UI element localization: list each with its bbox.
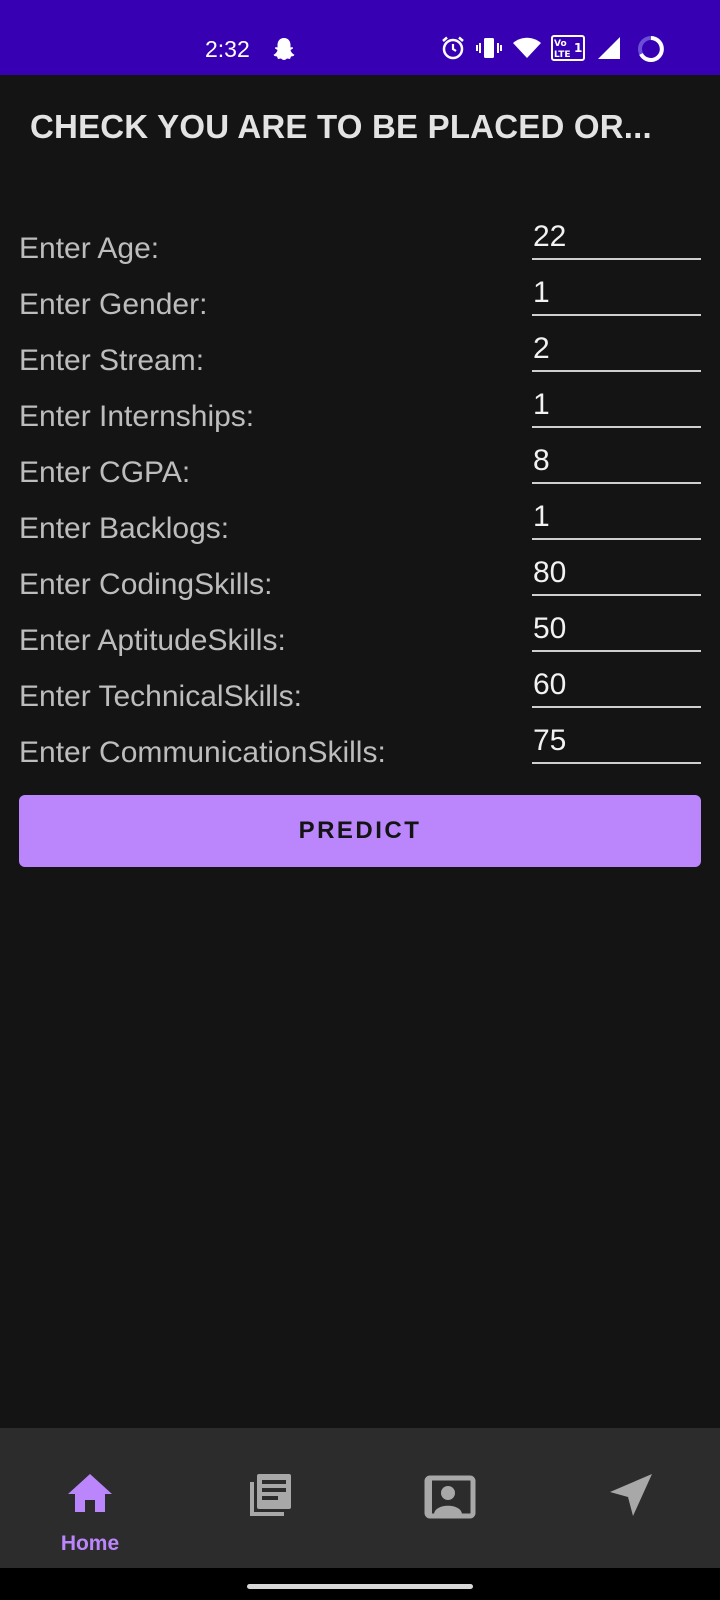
bottom-navigation: Home xyxy=(0,1428,720,1568)
backlogs-label: Enter Backlogs: xyxy=(19,512,230,545)
backlogs-value: 1 xyxy=(533,500,550,533)
form-row-coding-skills: Enter CodingSkills: 80 xyxy=(0,546,720,602)
cgpa-label: Enter CGPA: xyxy=(19,456,191,489)
coding-skills-label: Enter CodingSkills: xyxy=(19,568,273,601)
nav-label-home: Home xyxy=(60,1532,120,1555)
nav-item-home[interactable]: Home xyxy=(0,1428,180,1568)
cgpa-input[interactable]: 8 xyxy=(532,434,701,484)
form-row-age: Enter Age: 22 xyxy=(0,210,720,266)
communication-skills-label: Enter CommunicationSkills: xyxy=(19,736,386,769)
gender-input[interactable]: 1 xyxy=(532,266,701,316)
communication-skills-input[interactable]: 75 xyxy=(532,714,701,764)
aptitude-skills-label: Enter AptitudeSkills: xyxy=(19,624,286,657)
contact-card-icon xyxy=(424,1470,476,1522)
form-row-aptitude-skills: Enter AptitudeSkills: 50 xyxy=(0,602,720,658)
technical-skills-label: Enter TechnicalSkills: xyxy=(19,680,302,713)
form-row-communication-skills: Enter CommunicationSkills: 75 xyxy=(0,714,720,770)
form-row-cgpa: Enter CGPA: 8 xyxy=(0,434,720,490)
predict-button[interactable]: PREDICT xyxy=(19,795,701,867)
nav-item-send[interactable] xyxy=(540,1428,720,1568)
vibrate-icon xyxy=(475,35,503,66)
system-navigation-bar xyxy=(0,1568,720,1600)
backlogs-input[interactable]: 1 xyxy=(532,490,701,540)
age-label: Enter Age: xyxy=(19,232,160,265)
gender-value: 1 xyxy=(533,276,550,309)
communication-skills-value: 75 xyxy=(533,724,567,757)
nav-item-contact[interactable] xyxy=(360,1428,540,1568)
news-icon xyxy=(244,1470,296,1522)
snapchat-icon xyxy=(271,36,297,67)
form-row-gender: Enter Gender: 1 xyxy=(0,266,720,322)
stream-value: 2 xyxy=(533,332,550,365)
alarm-icon xyxy=(440,35,466,66)
svg-text:1: 1 xyxy=(574,41,582,55)
home-gesture-handle[interactable] xyxy=(247,1584,473,1589)
send-icon xyxy=(606,1470,658,1522)
status-time: 2:32 xyxy=(205,36,250,62)
svg-text:Vo: Vo xyxy=(554,39,567,49)
gender-label: Enter Gender: xyxy=(19,288,208,321)
coding-skills-input[interactable]: 80 xyxy=(532,546,701,596)
svg-text:LTE: LTE xyxy=(554,50,571,60)
page-title: CHECK YOU ARE TO BE PLACED OR... xyxy=(30,108,652,145)
stream-input[interactable]: 2 xyxy=(532,322,701,372)
aptitude-skills-value: 50 xyxy=(533,612,567,645)
form-row-technical-skills: Enter TechnicalSkills: 60 xyxy=(0,658,720,714)
age-value: 22 xyxy=(533,220,567,253)
battery-icon xyxy=(636,34,666,69)
cgpa-value: 8 xyxy=(533,444,550,477)
form-row-stream: Enter Stream: 2 xyxy=(0,322,720,378)
internships-label: Enter Internships: xyxy=(19,400,255,433)
form-row-internships: Enter Internships: 1 xyxy=(0,378,720,434)
internships-value: 1 xyxy=(533,388,550,421)
volte-icon: Vo LTE 1 xyxy=(551,35,585,66)
age-input[interactable]: 22 xyxy=(532,210,701,260)
form-row-backlogs: Enter Backlogs: 1 xyxy=(0,490,720,546)
technical-skills-input[interactable]: 60 xyxy=(532,658,701,708)
coding-skills-value: 80 xyxy=(533,556,567,589)
internships-input[interactable]: 1 xyxy=(532,378,701,428)
signal-icon xyxy=(596,36,622,65)
home-icon xyxy=(64,1468,116,1520)
stream-label: Enter Stream: xyxy=(19,344,205,377)
technical-skills-value: 60 xyxy=(533,668,567,701)
aptitude-skills-input[interactable]: 50 xyxy=(532,602,701,652)
wifi-icon xyxy=(512,36,542,65)
nav-item-news[interactable] xyxy=(180,1428,360,1568)
status-bar: 2:32 Vo LTE 1 xyxy=(0,0,720,75)
